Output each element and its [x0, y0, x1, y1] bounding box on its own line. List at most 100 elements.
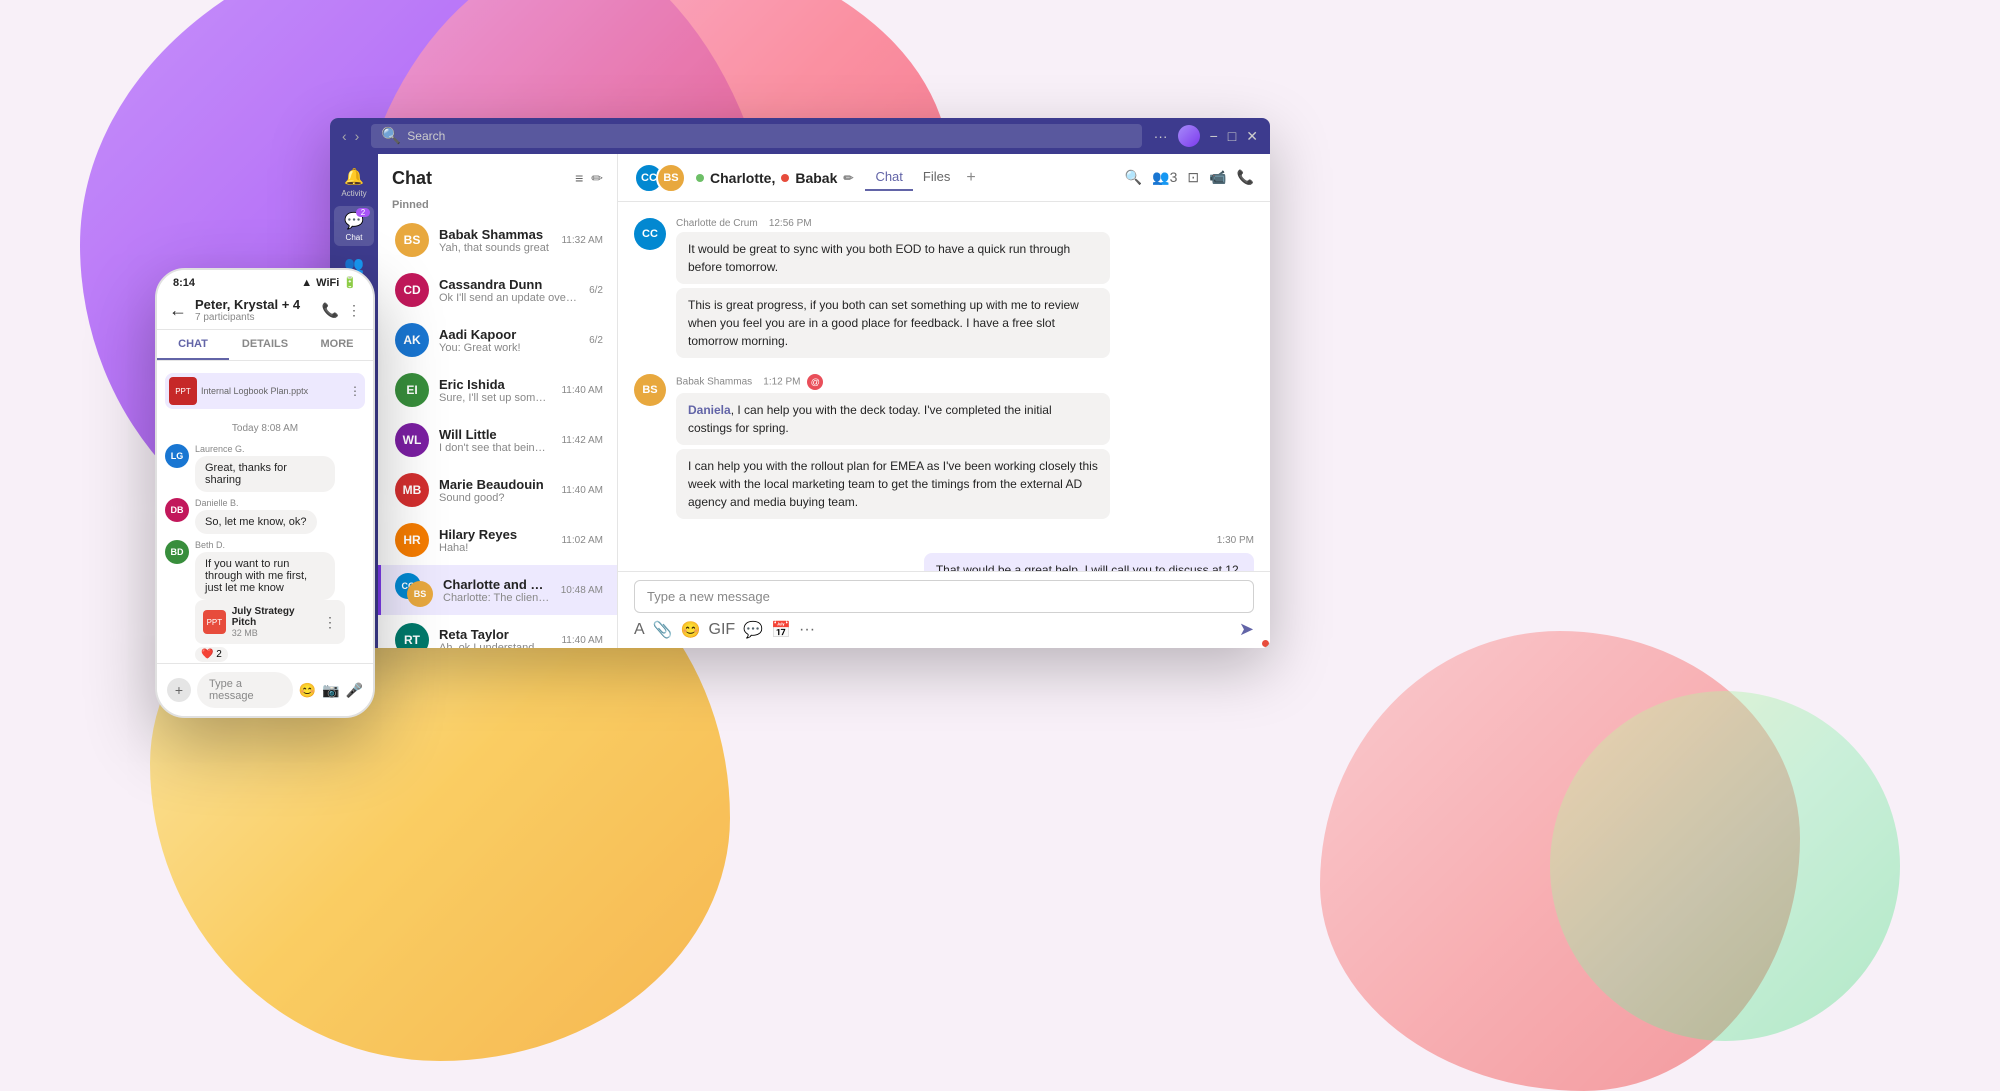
- chat-info-charlotte-babak: Charlotte and Babak Charlotte: The clien…: [443, 577, 551, 604]
- more-options-icon[interactable]: ···: [1154, 128, 1168, 144]
- chat-item-aadi[interactable]: AK Aadi Kapoor You: Great work! 6/2: [378, 315, 617, 365]
- gif-icon[interactable]: GIF: [709, 621, 736, 639]
- user-avatar[interactable]: [1178, 125, 1200, 147]
- filter-icon[interactable]: ≡: [575, 170, 583, 187]
- close-button[interactable]: ✕: [1246, 128, 1258, 145]
- phone-participants: 7 participants: [195, 312, 300, 323]
- chat-item-marie[interactable]: MB Marie Beaudouin Sound good? 11:40 AM: [378, 465, 617, 515]
- chat-item-will[interactable]: WL Will Little I don't see that being an…: [378, 415, 617, 465]
- chat-meta-marie: 11:40 AM: [561, 485, 603, 496]
- chat-item-charlotte-babak[interactable]: CC BS Charlotte and Babak Charlotte: The…: [378, 565, 617, 615]
- chat-item-reta[interactable]: RT Reta Taylor Ah, ok I understand now. …: [378, 615, 617, 648]
- phone-bubble: Great, thanks for sharing: [195, 456, 335, 492]
- header-avatar-babak: BS: [656, 163, 686, 193]
- phone-camera-icon[interactable]: 📷: [322, 682, 339, 699]
- phone-chat-name: Peter, Krystal + 4: [195, 297, 300, 312]
- chat-avatar-group: CC BS: [395, 573, 433, 607]
- chat-info-aadi: Aadi Kapoor You: Great work!: [439, 327, 579, 354]
- chat-item-hilary[interactable]: HR Hilary Reyes Haha! 11:02 AM: [378, 515, 617, 565]
- chat-avatar-cassandra: CD: [395, 273, 429, 307]
- chat-info-marie: Marie Beaudouin Sound good?: [439, 477, 551, 504]
- msg-avatar-babak-1: BS: [634, 374, 666, 406]
- phone-bubble-db: So, let me know, ok?: [195, 510, 317, 534]
- chat-time-marie: 11:40 AM: [561, 485, 603, 496]
- phone-call-icon[interactable]: 📞: [322, 302, 339, 319]
- chat-item-cassandra[interactable]: CD Cassandra Dunn Ok I'll send an update…: [378, 265, 617, 315]
- message-group-self: 1:30 PM That would be a great help, I wi…: [634, 535, 1254, 571]
- chat-header-tabs: Chat Files +: [865, 165, 981, 191]
- phone-file-more-icon[interactable]: ⋮: [323, 614, 337, 631]
- msg-meta-charlotte: Charlotte de Crum 12:56 PM: [676, 218, 1110, 229]
- more-tools-icon[interactable]: ···: [799, 621, 815, 639]
- phone-file-card: PPT July Strategy Pitch 32 MB ⋮: [195, 600, 345, 644]
- phone-emoji-icon[interactable]: 😊: [299, 682, 316, 699]
- emoji-icon[interactable]: 😊: [681, 620, 701, 640]
- search-icon: 🔍: [381, 126, 401, 146]
- window-body: 🔔 Activity 2 💬 Chat 👥 Teams 📅 Calendar C…: [330, 154, 1270, 648]
- chat-meta-hilary: 11:02 AM: [561, 535, 603, 546]
- maximize-button[interactable]: □: [1228, 128, 1236, 144]
- phone-file-type-icon: PPT: [203, 610, 226, 634]
- chat-time-cassandra: 6/2: [589, 285, 603, 296]
- sidebar-item-activity[interactable]: 🔔 Activity: [334, 162, 374, 202]
- phone-avatar-lg: LG: [165, 444, 189, 468]
- chat-avatar-hilary: HR: [395, 523, 429, 557]
- phone-time: 8:14: [173, 277, 195, 289]
- send-button[interactable]: ➤: [1239, 619, 1254, 640]
- add-tab-button[interactable]: +: [960, 165, 981, 191]
- phone-tab-details[interactable]: DETAILS: [229, 330, 301, 360]
- chat-time-will: 11:42 AM: [561, 435, 603, 446]
- call-icon[interactable]: 📞: [1237, 169, 1254, 186]
- new-chat-icon[interactable]: ✏: [591, 170, 603, 187]
- participants-icon[interactable]: 👥3: [1152, 169, 1177, 186]
- msg-bubble-babak-1-2: I can help you with the rollout plan for…: [676, 449, 1110, 519]
- minimize-button[interactable]: −: [1210, 128, 1218, 144]
- file-more-icon[interactable]: ⋮: [349, 384, 361, 398]
- chat-time-aadi: 6/2: [589, 335, 603, 346]
- attach-icon[interactable]: 📎: [653, 620, 673, 640]
- chat-avatar-eric: EI: [395, 373, 429, 407]
- chat-name-babak: Babak Shammas: [439, 227, 551, 242]
- phone-sender-name-db: Danielle B.: [195, 498, 317, 508]
- chat-item-eric[interactable]: EI Eric Ishida Sure, I'll set up somethi…: [378, 365, 617, 415]
- format-icon[interactable]: A: [634, 621, 645, 639]
- nav-back-button[interactable]: ‹: [342, 128, 347, 144]
- chat-name-charlotte-babak: Charlotte and Babak: [443, 577, 551, 592]
- tab-chat[interactable]: Chat: [865, 165, 912, 191]
- schedule-icon[interactable]: 📅: [771, 620, 791, 640]
- sidebar-item-chat[interactable]: 2 💬 Chat: [334, 206, 374, 246]
- phone-tab-more[interactable]: MORE: [301, 330, 373, 360]
- message-input-box[interactable]: Type a new message: [634, 580, 1254, 613]
- nav-forward-button[interactable]: ›: [355, 128, 360, 144]
- tab-files[interactable]: Files: [913, 165, 960, 191]
- phone-more-icon[interactable]: ⋮: [347, 302, 361, 319]
- sticker-icon[interactable]: 💬: [743, 620, 763, 640]
- phone-input-bar: + Type a message 😊 📷 🎤: [157, 663, 373, 716]
- phone-message-db: DB Danielle B. So, let me know, ok?: [165, 498, 365, 534]
- phone-back-button[interactable]: ←: [169, 300, 187, 321]
- chat-time-charlotte-babak: 10:48 AM: [561, 585, 603, 596]
- message-group-babak-1: BS Babak Shammas 1:12 PM @ Daniela, I ca…: [634, 374, 1254, 519]
- phone-tab-chat[interactable]: CHAT: [157, 330, 229, 360]
- chat-meta-charlotte-babak: 10:48 AM: [561, 585, 603, 596]
- chat-list-title: Chat: [392, 168, 432, 189]
- search-in-chat-icon[interactable]: 🔍: [1125, 169, 1142, 186]
- phone-mic-icon[interactable]: 🎤: [346, 682, 363, 699]
- chat-item-babak[interactable]: BS Babak Shammas Yah, that sounds great …: [378, 215, 617, 265]
- chat-time-reta: 11:40 AM: [561, 635, 603, 646]
- chat-preview-marie: Sound good?: [439, 492, 551, 504]
- edit-icon[interactable]: ✏: [843, 171, 853, 185]
- status-dot-red: [781, 174, 789, 182]
- phone-sender-name: Laurence G.: [195, 444, 335, 454]
- chat-info-will: Will Little I don't see that being an is…: [439, 427, 551, 454]
- chat-avatar-aadi: AK: [395, 323, 429, 357]
- phone-reaction: ❤️ 2: [195, 647, 228, 662]
- video-icon[interactable]: 📹: [1209, 169, 1226, 186]
- chat-meta-will: 11:42 AM: [561, 435, 603, 446]
- share-screen-icon[interactable]: ⊡: [1187, 169, 1199, 186]
- phone-input-field[interactable]: Type a message: [197, 672, 293, 708]
- message-input-area: Type a new message A 📎 😊 GIF 💬 📅 ··· ➤: [618, 571, 1270, 648]
- file-icon: PPT: [169, 377, 197, 405]
- phone-input-add-button[interactable]: +: [167, 678, 191, 702]
- search-bar[interactable]: 🔍 Search: [371, 124, 1141, 148]
